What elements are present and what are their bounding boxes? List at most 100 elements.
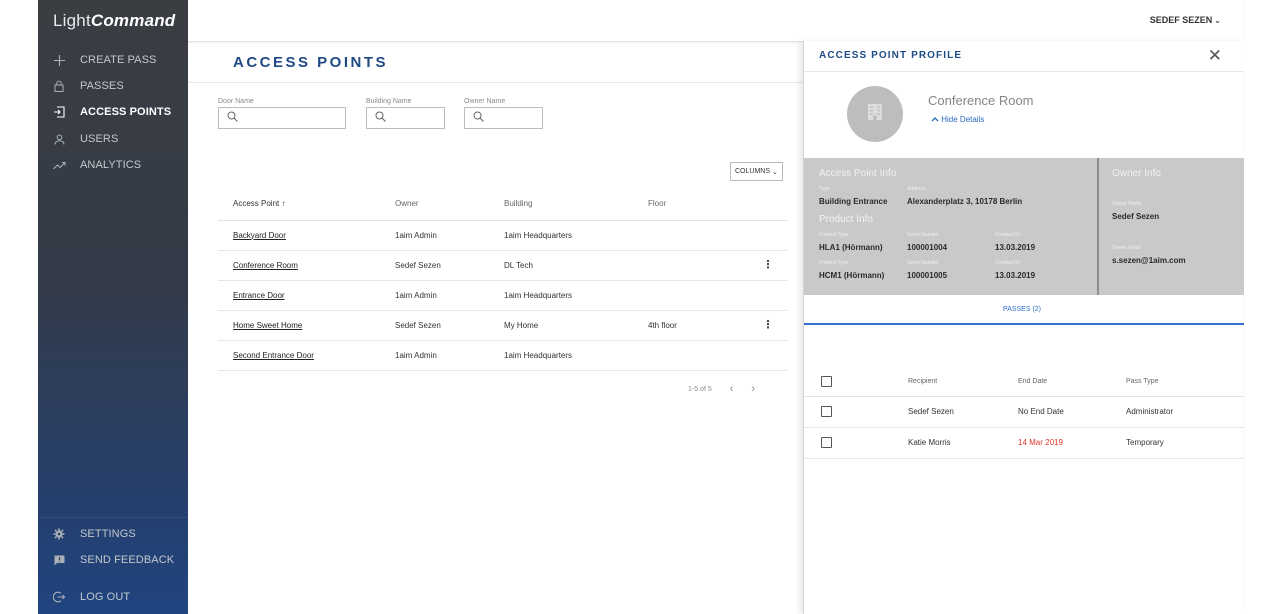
column-header-owner[interactable]: Owner [395,188,504,221]
select-all-checkbox[interactable] [821,376,832,388]
door-name-filter: Door Name [218,98,346,129]
access-point-info-heading: Access Point Info [819,168,897,179]
table-row[interactable]: Conference Room Sedef Sezen DL Tech ⋮ [218,250,788,281]
access-point-link[interactable]: Conference Room [218,250,395,281]
sort-ascending-icon: ↑ [281,199,286,209]
column-header-pass-type[interactable]: Pass Type [1126,368,1244,397]
owner-name-label: Owner Name [464,98,506,105]
door-name-input[interactable] [218,107,346,129]
table-row[interactable]: Entrance Door 1aim Admin 1aim Headquarte… [218,280,788,311]
passes-header-row: Recipient End Date Pass Type [804,368,1244,397]
pagination-range: 1-5 of 5 [688,385,712,393]
address-label: Address [907,186,926,192]
column-header-building[interactable]: Building [504,188,648,221]
table-header-row: Access Point ↑ Owner Building Floor [218,188,788,221]
owner-name-input[interactable] [464,107,543,129]
actions-cell: ⋮ [748,310,788,341]
app-frame: Light Command CREATE PASS PASSES ACCESS P… [38,0,1244,614]
more-vertical-icon[interactable]: ⋮ [763,319,774,331]
row-checkbox[interactable] [821,406,832,417]
sidebar-item-analytics[interactable]: ANALYTICS [38,152,188,178]
sidebar-item-label: SETTINGS [80,528,136,540]
panel-tabs: PASSES (2) [804,295,1244,325]
created-on-value: 13.03.2019 [995,271,1036,280]
column-header-floor[interactable]: Floor [648,188,748,221]
column-header-recipient[interactable]: Recipient [908,368,1018,397]
panel-title: ACCESS POINT PROFILE [819,50,963,61]
chevron-right-icon[interactable]: › [751,383,755,395]
sidebar-item-access-points[interactable]: ACCESS POINTS [38,99,188,125]
tab-passes[interactable]: PASSES (2) [1003,306,1041,313]
passes-table: Recipient End Date Pass Type Sedef Sezen… [804,368,1244,459]
recipient-cell: Katie Morris [908,427,1018,459]
hide-details-link[interactable]: Hide Details [931,115,984,124]
building-name-label: Building Name [366,98,412,105]
product-info-heading: Product Info [819,214,873,225]
actions-cell [748,220,788,251]
chevron-down-icon: ⌄ [772,168,778,176]
access-point-profile-panel: ACCESS POINT PROFILE ✕ Conference Room H… [803,41,1244,614]
more-vertical-icon[interactable]: ⋮ [763,259,774,271]
owner-name-filter: Owner Name [464,98,543,129]
app-logo[interactable]: Light Command [38,0,188,42]
trend-icon [38,161,80,170]
columns-button[interactable]: COLUMNS ⌄ [730,162,783,181]
pass-type-cell: Administrator [1126,396,1244,428]
sidebar-item-log-out[interactable]: LOG OUT [38,584,188,610]
sidebar-item-label: USERS [80,133,119,145]
lock-icon [38,80,80,92]
sidebar-item-send-feedback[interactable]: SEND FEEDBACK [38,547,188,573]
plus-icon [38,54,80,66]
building-cell: DL Tech [504,250,648,281]
table-row[interactable]: Second Entrance Door 1aim Admin 1aim Hea… [218,340,788,371]
access-point-link[interactable]: Entrance Door [218,280,395,311]
access-point-link[interactable]: Backyard Door [218,220,395,251]
chevron-left-icon[interactable]: ‹ [730,383,734,395]
pass-row[interactable]: Katie Morris 14 Mar 2019 Temporary [804,427,1244,459]
actions-cell [748,340,788,371]
user-menu[interactable]: SEDEF SEZEN ⌄ [1150,15,1221,25]
search-icon [473,109,484,127]
column-header-access-point[interactable]: Access Point ↑ [218,188,395,221]
sidebar-divider [38,517,188,518]
sidebar: Light Command CREATE PASS PASSES ACCESS P… [38,0,188,614]
door-enter-icon [38,106,80,118]
door-name-label: Door Name [218,98,254,105]
pagination: 1-5 of 5 ‹ › [688,383,755,395]
column-header-end-date[interactable]: End Date [1018,368,1126,397]
sidebar-item-create-pass[interactable]: CREATE PASS [38,47,188,73]
building-name-input[interactable] [366,107,445,129]
sidebar-item-settings[interactable]: SETTINGS [38,521,188,547]
details-section: Access Point Info Type Building Entrance… [804,158,1244,295]
table-row[interactable]: Home Sweet Home Sedef Sezen My Home 4th … [218,310,788,341]
access-point-link[interactable]: Second Entrance Door [218,340,395,371]
sidebar-item-label: ACCESS POINTS [80,106,172,118]
user-icon [38,134,80,145]
floor-cell [648,250,748,281]
building-cell: 1aim Headquarters [504,340,648,371]
serial-number-label: Serial Number [907,232,939,238]
product-type-label: Product Type [819,260,849,266]
sidebar-item-users[interactable]: USERS [38,126,188,152]
access-point-link[interactable]: Home Sweet Home [218,310,395,341]
building-icon [865,102,885,127]
select-all-cell [804,368,908,397]
access-points-table: Access Point ↑ Owner Building Floor Back… [218,188,788,371]
feedback-icon [38,555,80,566]
floor-cell [648,220,748,251]
pass-row[interactable]: Sedef Sezen No End Date Administrator [804,396,1244,428]
top-bar: SEDEF SEZEN ⌄ [188,0,1243,42]
floor-cell: 4th floor [648,310,748,341]
product-type-value: HCM1 (Hörmann) [819,271,885,280]
row-checkbox[interactable] [821,437,832,448]
checkbox-cell [804,427,908,459]
access-point-avatar [847,86,903,142]
sidebar-item-passes[interactable]: PASSES [38,73,188,99]
floor-cell [648,340,748,371]
chevron-down-icon: ⌄ [1214,15,1221,25]
close-icon[interactable]: ✕ [1208,46,1222,66]
sidebar-item-label: CREATE PASS [80,54,157,66]
table-row[interactable]: Backyard Door 1aim Admin 1aim Headquarte… [218,220,788,251]
owner-cell: Sedef Sezen [395,250,504,281]
user-name: SEDEF SEZEN [1149,15,1213,25]
